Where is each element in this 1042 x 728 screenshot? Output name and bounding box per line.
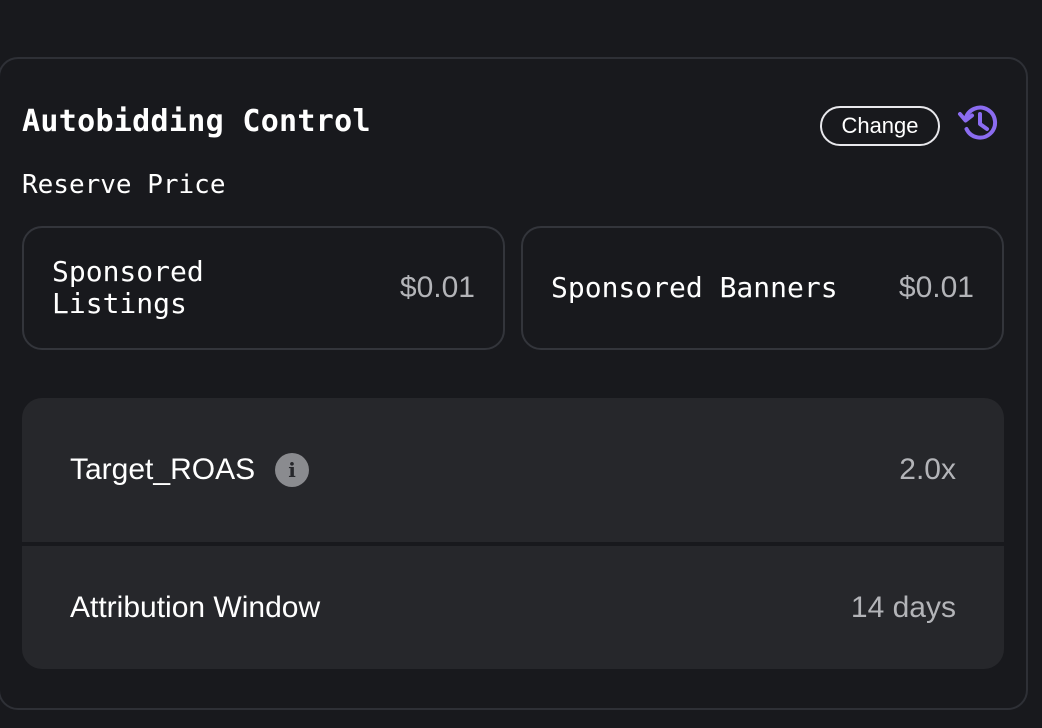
price-name: Sponsored Listings [52, 255, 204, 320]
sponsored-listings-card: Sponsored Listings $0.01 [22, 226, 505, 350]
change-button[interactable]: Change [820, 106, 940, 146]
history-button[interactable] [956, 100, 1002, 146]
price-name: Sponsored Banners [551, 271, 838, 304]
setting-row-attribution-window: Attribution Window 14 days [22, 546, 1004, 669]
info-icon[interactable]: i [275, 453, 310, 487]
reserve-price-heading: Reserve Price [22, 170, 226, 200]
target-roas-value: 2.0x [899, 453, 956, 486]
history-icon [958, 105, 998, 140]
card-title: Autobidding Control [22, 104, 371, 139]
attribution-window-value: 14 days [850, 590, 956, 624]
setting-row-target-roas: Target_ROAS i 2.0x [22, 398, 1004, 542]
settings-panel: Target_ROAS i 2.0x Attribution Window 14… [22, 398, 1004, 669]
price-value: $0.01 [399, 271, 475, 304]
price-value: $0.01 [898, 271, 974, 304]
sponsored-banners-card: Sponsored Banners $0.01 [521, 226, 1004, 350]
target-roas-label: Target_ROAS [70, 453, 256, 486]
setting-label: Target_ROAS i [70, 453, 310, 487]
attribution-window-label: Attribution Window [70, 590, 321, 624]
